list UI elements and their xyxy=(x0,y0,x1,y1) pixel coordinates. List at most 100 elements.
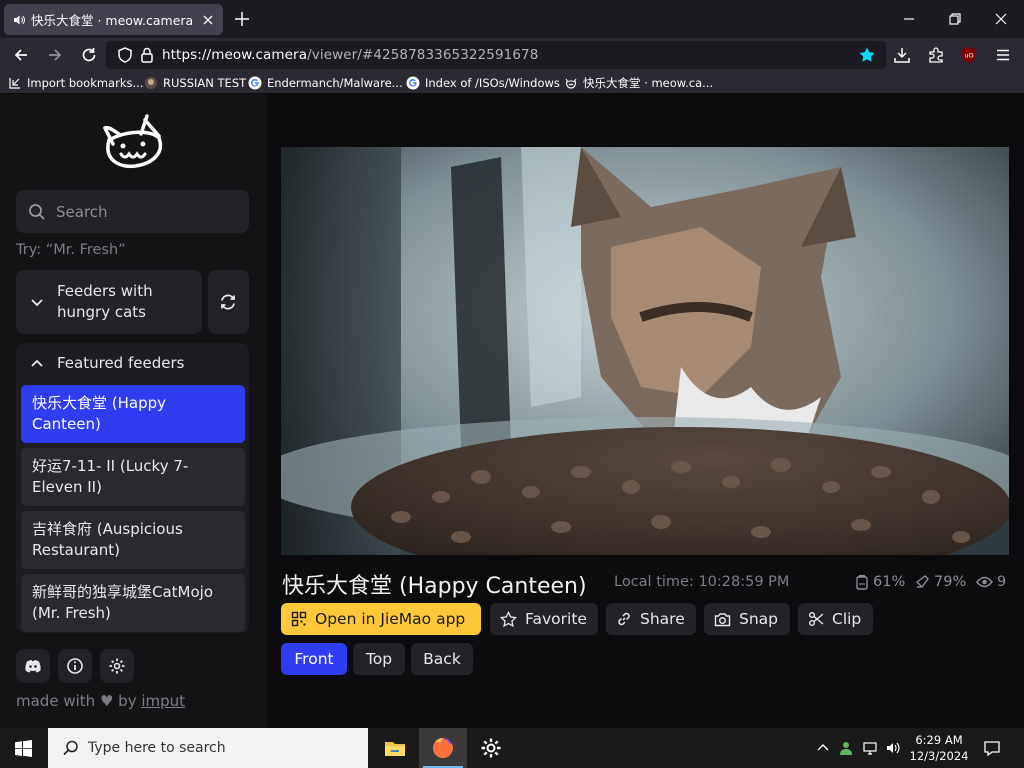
settings-button[interactable] xyxy=(100,649,134,683)
system-clock[interactable]: 6:29 AM 12/3/2024 xyxy=(906,732,972,764)
made-with-credit: made with ♥ by imput xyxy=(16,692,185,710)
volume-icon[interactable] xyxy=(885,740,901,756)
share-button[interactable]: Share xyxy=(606,603,696,635)
page-content: Search Try: “Mr. Fresh” Feeders with hun… xyxy=(0,94,1024,728)
network-icon[interactable] xyxy=(862,740,878,756)
clip-label: Clip xyxy=(832,610,862,628)
ublock-origin-icon[interactable]: uO xyxy=(960,46,978,64)
bookmark-label: RUSSIAN TEST xyxy=(163,76,247,90)
taskbar-search-placeholder: Type here to search xyxy=(88,740,226,756)
search-icon xyxy=(29,203,45,220)
bookmark-item[interactable]: RUSSIAN TEST xyxy=(144,75,246,91)
discord-button[interactable] xyxy=(16,649,50,683)
menu-icon[interactable] xyxy=(994,46,1012,64)
globe-icon xyxy=(145,77,157,89)
back-arrow-icon[interactable] xyxy=(12,46,30,64)
featured-feeders-panel: Featured feeders 快乐大食堂 (Happy Canteen) 好… xyxy=(16,343,249,633)
open-in-app-button[interactable]: Open in JieMao app xyxy=(281,603,481,635)
food-level-value: 61% xyxy=(873,574,906,590)
close-window-icon[interactable] xyxy=(992,10,1010,28)
settings-app[interactable] xyxy=(467,728,515,768)
shield-icon[interactable] xyxy=(116,46,134,64)
sidebar: Search Try: “Mr. Fresh” Feeders with hun… xyxy=(0,94,266,728)
camera-feed-frame xyxy=(281,147,1009,555)
restore-icon[interactable] xyxy=(946,10,964,28)
search-input[interactable]: Search xyxy=(16,190,249,233)
view-back-button[interactable]: Back xyxy=(411,643,473,675)
bookmark-label: Import bookmarks... xyxy=(27,76,144,90)
bowl-icon xyxy=(915,575,929,589)
search-placeholder: Search xyxy=(56,202,108,221)
bookmark-item[interactable]: Import bookmarks... xyxy=(8,75,143,91)
extensions-icon[interactable] xyxy=(927,46,945,64)
start-button[interactable] xyxy=(0,728,48,768)
battery-value: 79% xyxy=(934,574,967,590)
hungry-feeders-label: Feeders with hungry cats xyxy=(57,282,153,321)
lock-icon[interactable] xyxy=(138,46,156,64)
eye-icon xyxy=(976,576,993,588)
svg-text:uO: uO xyxy=(964,52,973,60)
bookmark-label: 快乐大食堂 · meow.ca... xyxy=(583,76,714,90)
bookmark-star-icon[interactable] xyxy=(858,46,876,64)
feeder-item-lucky-7-eleven[interactable]: 好运7-11- II (Lucky 7-Eleven II) xyxy=(21,448,245,506)
viewers-stat: 9 xyxy=(976,574,1006,590)
bookmark-label: Endermanch/Malware... xyxy=(267,76,403,90)
info-button[interactable] xyxy=(58,649,92,683)
battery-stat: 79% xyxy=(914,574,966,590)
new-tab-icon[interactable] xyxy=(233,10,251,28)
clip-button[interactable]: Clip xyxy=(798,603,873,635)
info-icon xyxy=(67,658,83,674)
featured-feeders-label: Featured feeders xyxy=(57,354,185,372)
bookmark-item[interactable]: 快乐大食堂 · meow.ca... xyxy=(564,75,713,91)
reload-icon[interactable] xyxy=(80,46,98,64)
camera-icon xyxy=(714,612,731,626)
favorite-button[interactable]: Favorite xyxy=(490,603,598,635)
link-icon xyxy=(618,612,630,626)
gear-icon xyxy=(481,738,501,758)
camera-feed-video[interactable] xyxy=(281,147,1009,555)
feeder-item-auspicious-restaurant[interactable]: 吉祥食府 (Auspicious Restaurant) xyxy=(21,511,245,569)
user-status-icon[interactable] xyxy=(838,740,854,756)
bookmarks-toolbar: Import bookmarks... RUSSIAN TEST Enderma… xyxy=(0,72,1024,94)
hungry-feeders-toggle[interactable]: Feeders with hungry cats xyxy=(16,270,202,334)
clock-time: 6:29 AM xyxy=(915,733,963,747)
discord-icon xyxy=(25,660,41,673)
url-path: /viewer/#4258783365322591678 xyxy=(307,47,539,63)
firefox-app[interactable] xyxy=(419,728,467,768)
feeder-item-mr-fresh[interactable]: 新鲜哥的独享城堡CatMojo (Mr. Fresh) xyxy=(21,574,245,632)
cat-logo-icon xyxy=(565,78,577,89)
view-front-button[interactable]: Front xyxy=(281,643,347,675)
google-icon xyxy=(248,76,262,90)
notification-icon[interactable] xyxy=(983,739,1001,757)
bookmark-item[interactable]: Endermanch/Malware... xyxy=(248,75,403,91)
forward-arrow-icon[interactable] xyxy=(46,46,64,64)
imput-link[interactable]: imput xyxy=(141,692,185,710)
local-time: Local time: 10:28:59 PM xyxy=(614,574,790,590)
cat-logo-icon[interactable] xyxy=(99,110,167,172)
snap-button[interactable]: Snap xyxy=(704,603,790,635)
speaker-icon[interactable] xyxy=(12,13,26,27)
snap-label: Snap xyxy=(739,610,778,628)
featured-feeders-toggle[interactable]: Featured feeders xyxy=(16,343,249,385)
file-explorer-app[interactable] xyxy=(371,728,419,768)
browser-tab[interactable]: 快乐大食堂 · meow.camera xyxy=(4,4,223,35)
taskbar-search-input[interactable]: Type here to search xyxy=(48,728,368,768)
food-container-icon xyxy=(856,575,868,590)
made-with-text: made with xyxy=(16,692,96,710)
bookmark-item[interactable]: Index of /ISOs/Windows xyxy=(406,75,560,91)
url-text[interactable]: https://meow.camera/viewer/#425878336532… xyxy=(162,47,538,63)
chevron-up-icon[interactable] xyxy=(815,740,831,756)
chevron-down-icon xyxy=(31,299,43,307)
minimize-icon[interactable] xyxy=(900,10,918,28)
food-level-stat: 61% xyxy=(855,574,905,590)
heart-icon: ♥ xyxy=(99,692,114,710)
scissors-icon xyxy=(809,612,824,626)
import-icon xyxy=(9,78,20,89)
close-tab-icon[interactable] xyxy=(201,13,215,27)
view-top-button[interactable]: Top xyxy=(353,643,405,675)
refresh-button[interactable] xyxy=(208,270,249,334)
feeder-item-happy-canteen[interactable]: 快乐大食堂 (Happy Canteen) xyxy=(21,385,245,443)
download-icon[interactable] xyxy=(893,46,911,64)
viewers-value: 9 xyxy=(997,574,1007,590)
star-icon xyxy=(500,610,517,627)
